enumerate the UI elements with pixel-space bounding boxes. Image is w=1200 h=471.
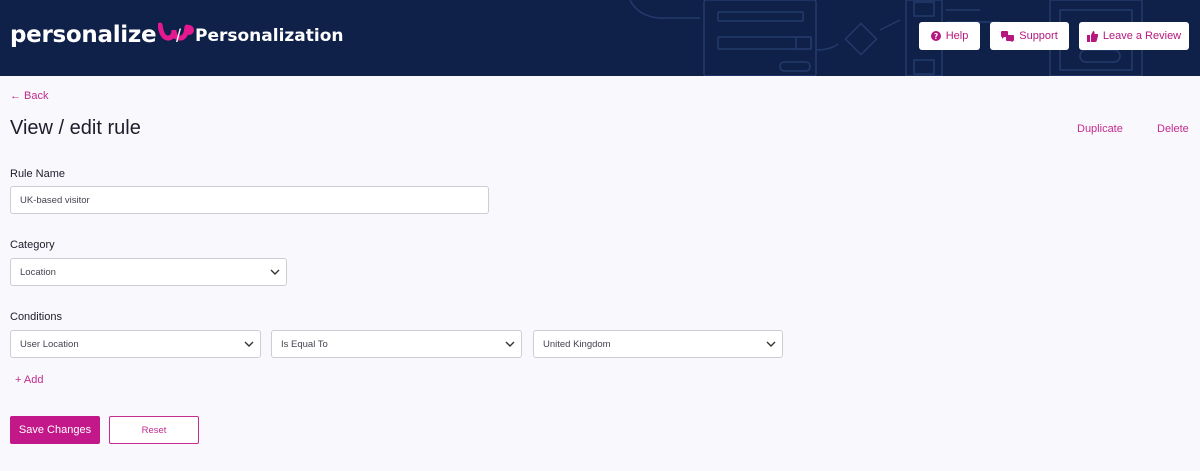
condition-operator-value: Is Equal To xyxy=(281,338,328,350)
leave-review-button-label: Leave a Review xyxy=(1102,30,1182,42)
chevron-down-icon xyxy=(244,341,254,347)
back-link[interactable]: ← Back xyxy=(10,90,49,102)
thumbs-up-icon xyxy=(1086,30,1098,42)
save-changes-button[interactable]: Save Changes xyxy=(10,416,100,444)
svg-text:?: ? xyxy=(934,32,938,41)
reset-button[interactable]: Reset xyxy=(109,416,199,444)
condition-field-value: User Location xyxy=(20,338,79,350)
support-button-label: Support xyxy=(1019,30,1058,42)
category-select[interactable]: Location xyxy=(10,258,287,286)
help-button-label: Help xyxy=(945,30,969,42)
condition-field-select[interactable]: User Location xyxy=(10,330,261,358)
condition-operator-select[interactable]: Is Equal To xyxy=(271,330,522,358)
question-circle-icon: ? xyxy=(930,31,941,41)
leave-review-button[interactable]: Leave a Review xyxy=(1079,22,1189,50)
brand[interactable]: personalize xyxy=(10,20,196,50)
chevron-down-icon xyxy=(270,269,280,275)
add-condition-link[interactable]: + Add xyxy=(15,374,43,386)
breadcrumb-current-page: Personalization xyxy=(195,26,344,46)
rule-name-input[interactable] xyxy=(20,194,488,206)
brand-name: personalize xyxy=(10,22,157,48)
help-button[interactable]: ? Help xyxy=(919,22,980,50)
condition-value-select[interactable]: United Kingdom xyxy=(533,330,783,358)
category-select-value: Location xyxy=(20,266,56,278)
rule-name-label: Rule Name xyxy=(10,168,66,180)
rule-name-field[interactable] xyxy=(10,186,489,214)
chat-bubbles-icon xyxy=(1001,30,1015,42)
breadcrumb-separator: / xyxy=(176,26,182,46)
delete-link[interactable]: Delete xyxy=(1157,123,1189,135)
conditions-label: Conditions xyxy=(10,311,62,323)
chevron-down-icon xyxy=(505,341,515,347)
support-button[interactable]: Support xyxy=(990,22,1069,50)
page-title: View / edit rule xyxy=(10,117,141,139)
condition-value-value: United Kingdom xyxy=(543,338,611,350)
category-label: Category xyxy=(10,239,55,251)
chevron-down-icon xyxy=(766,341,776,347)
app-header: personalize / Personalization ? Help Sup… xyxy=(0,0,1200,76)
duplicate-link[interactable]: Duplicate xyxy=(1077,123,1123,135)
